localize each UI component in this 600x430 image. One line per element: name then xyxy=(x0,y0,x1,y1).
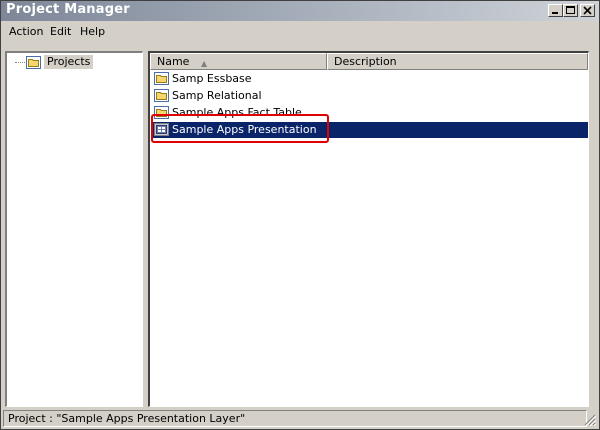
annotation-highlight-box xyxy=(151,114,329,143)
folder-icon xyxy=(26,56,41,69)
status-bar: Project : "Sample Apps Presentation Laye… xyxy=(3,410,587,427)
status-text: Project : "Sample Apps Presentation Laye… xyxy=(8,412,246,425)
column-name-label: Name xyxy=(157,55,190,68)
maximize-button[interactable] xyxy=(563,4,578,17)
folder-icon xyxy=(154,89,169,102)
menu-bar: Action Edit Help xyxy=(1,22,599,42)
list-item-label: Samp Relational xyxy=(172,89,262,102)
close-icon xyxy=(583,6,592,15)
menu-action[interactable]: Action xyxy=(9,25,43,38)
list-item-label: Samp Essbase xyxy=(172,72,252,85)
minimize-button[interactable] xyxy=(548,4,563,17)
column-header-name[interactable]: Name ▲ xyxy=(150,53,327,70)
title-bar[interactable]: Project Manager xyxy=(1,1,599,21)
resize-grip-icon[interactable] xyxy=(584,414,596,426)
menu-edit[interactable]: Edit xyxy=(50,25,71,38)
close-button[interactable] xyxy=(580,4,595,17)
window-title: Project Manager xyxy=(6,2,130,17)
folder-icon xyxy=(154,72,169,85)
maximize-icon xyxy=(566,6,575,14)
tree-item-projects[interactable]: Projects xyxy=(44,55,94,69)
project-manager-window: Project Manager Action Edit Help Project… xyxy=(0,0,600,430)
project-tree[interactable]: Projects xyxy=(5,51,143,407)
minimize-icon xyxy=(552,12,558,14)
list-item[interactable]: Samp Relational xyxy=(152,88,588,104)
column-header-description[interactable]: Description xyxy=(327,53,588,70)
column-description-label: Description xyxy=(334,55,397,68)
menu-help[interactable]: Help xyxy=(80,25,105,38)
project-list[interactable]: Name ▲ Description Samp Essbase Samp Rel… xyxy=(148,51,589,407)
list-item[interactable]: Samp Essbase xyxy=(152,71,588,87)
sort-ascending-icon: ▲ xyxy=(201,59,208,68)
